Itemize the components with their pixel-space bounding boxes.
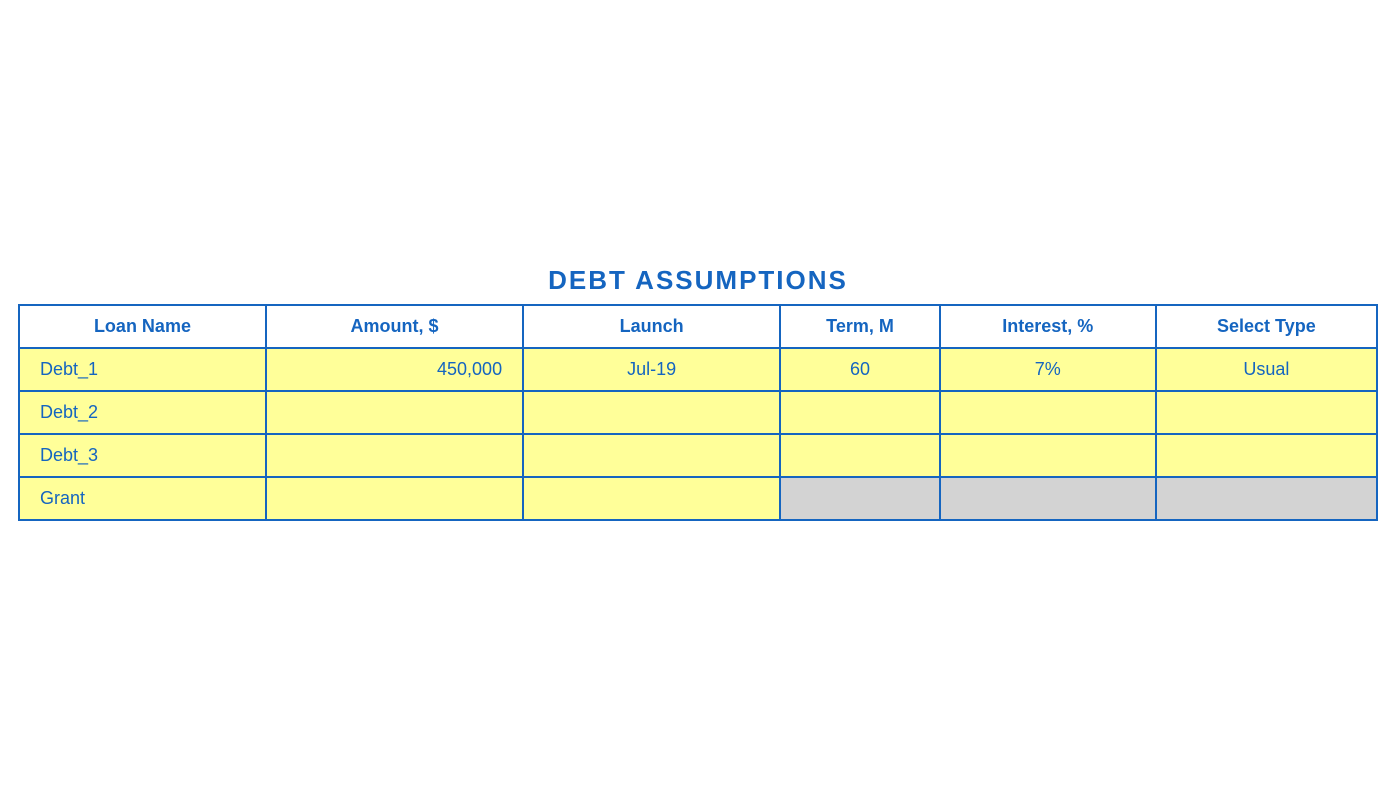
table-row: Debt_1 450,000 Jul-19 60 7% Usual (19, 348, 1377, 391)
cell-term[interactable] (780, 434, 939, 477)
debt-table: Loan Name Amount, $ Launch Term, M Inter… (18, 304, 1378, 521)
table-row: Grant (19, 477, 1377, 520)
header-launch: Launch (523, 305, 780, 348)
cell-select-type (1156, 477, 1377, 520)
cell-interest[interactable] (940, 391, 1156, 434)
cell-amount[interactable] (266, 477, 523, 520)
cell-term (780, 477, 939, 520)
table-row: Debt_2 (19, 391, 1377, 434)
cell-launch[interactable]: Jul-19 (523, 348, 780, 391)
cell-launch[interactable] (523, 477, 780, 520)
cell-interest[interactable] (940, 434, 1156, 477)
page-title: DEBT ASSUMPTIONS (548, 265, 848, 296)
cell-loan-name[interactable]: Debt_2 (19, 391, 266, 434)
cell-loan-name[interactable]: Debt_3 (19, 434, 266, 477)
header-interest: Interest, % (940, 305, 1156, 348)
table-header-row: Loan Name Amount, $ Launch Term, M Inter… (19, 305, 1377, 348)
cell-amount[interactable]: 450,000 (266, 348, 523, 391)
header-amount: Amount, $ (266, 305, 523, 348)
header-term: Term, M (780, 305, 939, 348)
table-row: Debt_3 (19, 434, 1377, 477)
cell-term[interactable] (780, 391, 939, 434)
cell-launch[interactable] (523, 391, 780, 434)
cell-amount[interactable] (266, 434, 523, 477)
cell-select-type[interactable] (1156, 434, 1377, 477)
cell-launch[interactable] (523, 434, 780, 477)
header-loan-name: Loan Name (19, 305, 266, 348)
cell-loan-name[interactable]: Grant (19, 477, 266, 520)
cell-select-type[interactable] (1156, 391, 1377, 434)
cell-amount[interactable] (266, 391, 523, 434)
cell-interest[interactable]: 7% (940, 348, 1156, 391)
cell-loan-name[interactable]: Debt_1 (19, 348, 266, 391)
cell-term[interactable]: 60 (780, 348, 939, 391)
cell-interest (940, 477, 1156, 520)
header-select-type: Select Type (1156, 305, 1377, 348)
cell-select-type[interactable]: Usual (1156, 348, 1377, 391)
main-container: DEBT ASSUMPTIONS Loan Name Amount, $ Lau… (18, 265, 1378, 521)
